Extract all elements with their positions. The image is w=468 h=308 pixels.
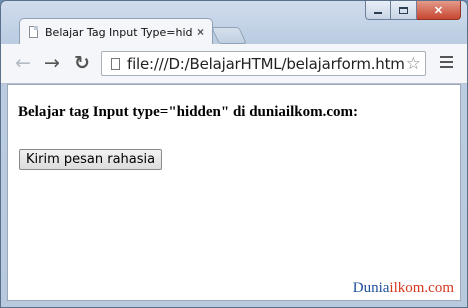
new-tab-button[interactable] — [211, 27, 247, 44]
submit-button[interactable]: Kirim pesan rahasia — [19, 149, 163, 170]
minimize-icon — [374, 12, 382, 14]
maximize-icon — [399, 6, 408, 14]
close-window-button[interactable]: ✕ — [417, 1, 461, 20]
address-url[interactable]: file:///D:/BelajarHTML/belajarform.html — [127, 55, 406, 73]
menu-icon[interactable] — [440, 56, 453, 71]
page-icon — [29, 26, 38, 38]
watermark-part-1: Dunia — [352, 280, 390, 296]
browser-toolbar: ← → ↻ file:///D:/BelajarHTML/belajarform… — [1, 44, 467, 84]
page-content: Belajar tag Input type="hidden" di dunia… — [7, 84, 461, 301]
watermark-logo: Duniailkom.com — [353, 280, 454, 297]
page-icon — [111, 57, 120, 70]
bookmark-star-icon[interactable]: ☆ — [406, 54, 421, 74]
reload-icon[interactable]: ↻ — [74, 53, 90, 73]
page-heading: Belajar tag Input type="hidden" di dunia… — [18, 104, 358, 120]
tab-title: Belajar Tag Input Type=hidden — [45, 25, 193, 39]
window-controls: ✕ — [365, 1, 461, 21]
watermark-part-2: ilkom.com — [389, 280, 454, 296]
browser-window: ✕ Belajar Tag Input Type=hidden × ← → ↻ … — [0, 0, 468, 308]
maximize-button[interactable] — [391, 1, 417, 20]
tab-close-icon[interactable]: × — [197, 25, 204, 39]
forward-arrow-icon[interactable]: → — [44, 53, 60, 73]
back-arrow-icon[interactable]: ← — [15, 53, 31, 73]
close-icon: ✕ — [433, 4, 444, 17]
address-bar[interactable]: file:///D:/BelajarHTML/belajarform.html … — [101, 51, 426, 76]
minimize-button[interactable] — [365, 1, 391, 20]
browser-tab[interactable]: Belajar Tag Input Type=hidden × — [19, 18, 213, 45]
